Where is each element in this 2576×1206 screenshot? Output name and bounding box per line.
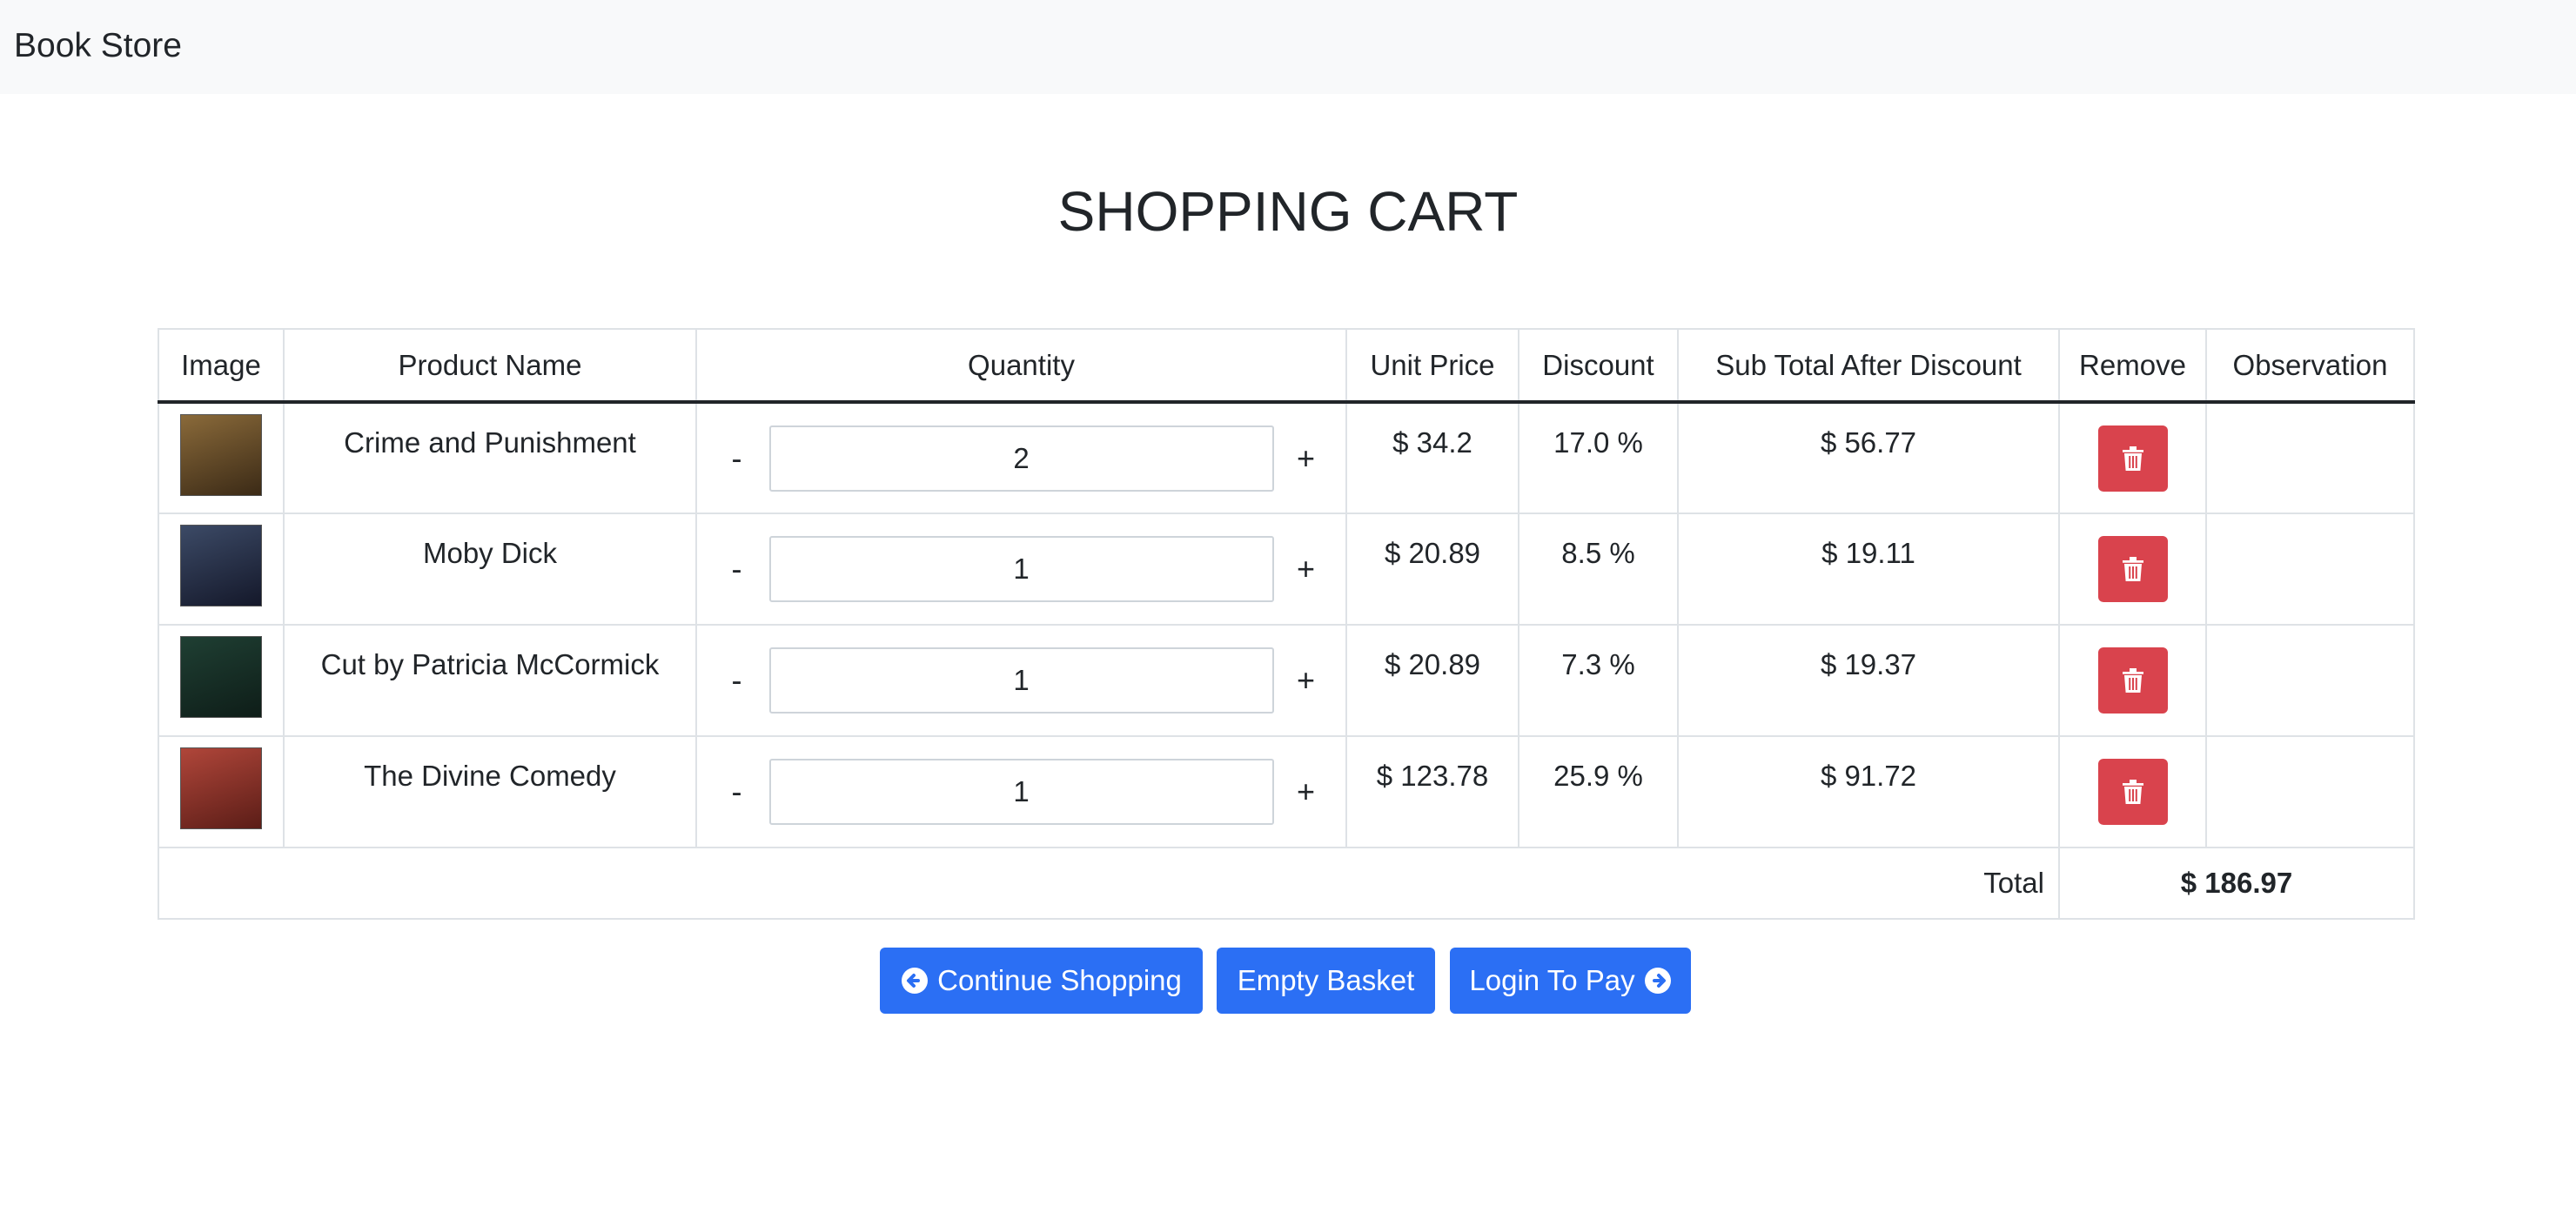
product-name: Cut by Patricia McCormick bbox=[283, 624, 697, 737]
header-unit-price: Unit Price bbox=[1345, 328, 1519, 404]
trash-icon bbox=[2122, 557, 2143, 581]
quantity-input[interactable] bbox=[768, 647, 1274, 714]
quantity-input[interactable] bbox=[768, 536, 1274, 602]
quantity-input[interactable] bbox=[768, 425, 1274, 492]
product-name: Crime and Punishment bbox=[283, 401, 697, 514]
header-subtotal: Sub Total After Discount bbox=[1677, 328, 2060, 404]
decrease-quantity-button[interactable]: - bbox=[705, 551, 769, 587]
header-product-name: Product Name bbox=[283, 328, 697, 404]
increase-quantity-button[interactable]: + bbox=[1274, 774, 1338, 810]
observation bbox=[2205, 401, 2415, 514]
discount: 17.0 % bbox=[1518, 401, 1679, 514]
remove-item-button[interactable] bbox=[2097, 647, 2168, 714]
continue-shopping-label: Continue Shopping bbox=[937, 964, 1182, 996]
increase-quantity-button[interactable]: + bbox=[1274, 551, 1338, 587]
subtotal: $ 19.37 bbox=[1677, 624, 2060, 737]
subtotal: $ 91.72 bbox=[1677, 735, 2060, 848]
subtotal: $ 56.77 bbox=[1677, 401, 2060, 514]
trash-icon bbox=[2122, 780, 2143, 804]
login-to-pay-label: Login To Pay bbox=[1469, 964, 1635, 996]
book-cover-image bbox=[180, 747, 262, 829]
book-cover-image bbox=[180, 636, 262, 718]
table-row: Cut by Patricia McCormick - + $ 20.89 7.… bbox=[158, 624, 2415, 737]
decrease-quantity-button[interactable]: - bbox=[705, 440, 769, 477]
trash-icon bbox=[2122, 446, 2143, 471]
header-image: Image bbox=[158, 328, 285, 404]
header-quantity: Quantity bbox=[695, 328, 1347, 404]
header-discount: Discount bbox=[1518, 328, 1679, 404]
discount: 25.9 % bbox=[1518, 735, 1679, 848]
brand-link[interactable]: Book Store bbox=[14, 23, 182, 70]
continue-shopping-button[interactable]: Continue Shopping bbox=[880, 948, 1203, 1014]
remove-item-button[interactable] bbox=[2097, 536, 2168, 602]
book-cover-image bbox=[180, 525, 262, 606]
quantity-stepper: - + bbox=[697, 425, 1345, 492]
arrow-circle-left-icon bbox=[902, 968, 929, 994]
remove-item-button[interactable] bbox=[2097, 425, 2168, 492]
unit-price: $ 123.78 bbox=[1345, 735, 1519, 848]
arrow-circle-right-icon bbox=[1644, 968, 1671, 994]
trash-icon bbox=[2122, 668, 2143, 693]
table-header-row: Image Product Name Quantity Unit Price D… bbox=[158, 328, 2415, 404]
quantity-stepper: - + bbox=[697, 536, 1345, 602]
observation bbox=[2205, 513, 2415, 626]
table-row: Moby Dick - + $ 20.89 8.5 % $ 19.11 bbox=[158, 513, 2415, 626]
table-row: The Divine Comedy - + $ 123.78 25.9 % $ … bbox=[158, 735, 2415, 848]
quantity-input[interactable] bbox=[768, 759, 1274, 825]
unit-price: $ 20.89 bbox=[1345, 513, 1519, 626]
total-row: Total $ 186.97 bbox=[158, 847, 2415, 920]
discount: 8.5 % bbox=[1518, 513, 1679, 626]
discount: 7.3 % bbox=[1518, 624, 1679, 737]
quantity-stepper: - + bbox=[697, 759, 1345, 825]
empty-basket-button[interactable]: Empty Basket bbox=[1217, 948, 1435, 1014]
unit-price: $ 20.89 bbox=[1345, 624, 1519, 737]
cart-table: Image Product Name Quantity Unit Price D… bbox=[158, 328, 2415, 920]
product-name: The Divine Comedy bbox=[283, 735, 697, 848]
observation bbox=[2205, 735, 2415, 848]
table-row: Crime and Punishment - + $ 34.2 17.0 % $… bbox=[158, 401, 2415, 514]
login-to-pay-button[interactable]: Login To Pay bbox=[1450, 948, 1691, 1014]
product-name: Moby Dick bbox=[283, 513, 697, 626]
book-cover-image bbox=[180, 413, 262, 496]
decrease-quantity-button[interactable]: - bbox=[705, 662, 769, 699]
unit-price: $ 34.2 bbox=[1345, 401, 1519, 514]
navbar: Book Store bbox=[0, 0, 2576, 94]
subtotal: $ 19.11 bbox=[1677, 513, 2060, 626]
increase-quantity-button[interactable]: + bbox=[1274, 440, 1338, 477]
increase-quantity-button[interactable]: + bbox=[1274, 662, 1338, 699]
total-label: Total bbox=[158, 847, 2060, 920]
header-observation: Observation bbox=[2205, 328, 2415, 404]
remove-item-button[interactable] bbox=[2097, 759, 2168, 825]
quantity-stepper: - + bbox=[697, 647, 1345, 714]
decrease-quantity-button[interactable]: - bbox=[705, 774, 769, 810]
header-remove: Remove bbox=[2058, 328, 2207, 404]
total-value: $ 186.97 bbox=[2058, 847, 2415, 920]
observation bbox=[2205, 624, 2415, 737]
page-title: SHOPPING CART bbox=[1057, 180, 1519, 243]
